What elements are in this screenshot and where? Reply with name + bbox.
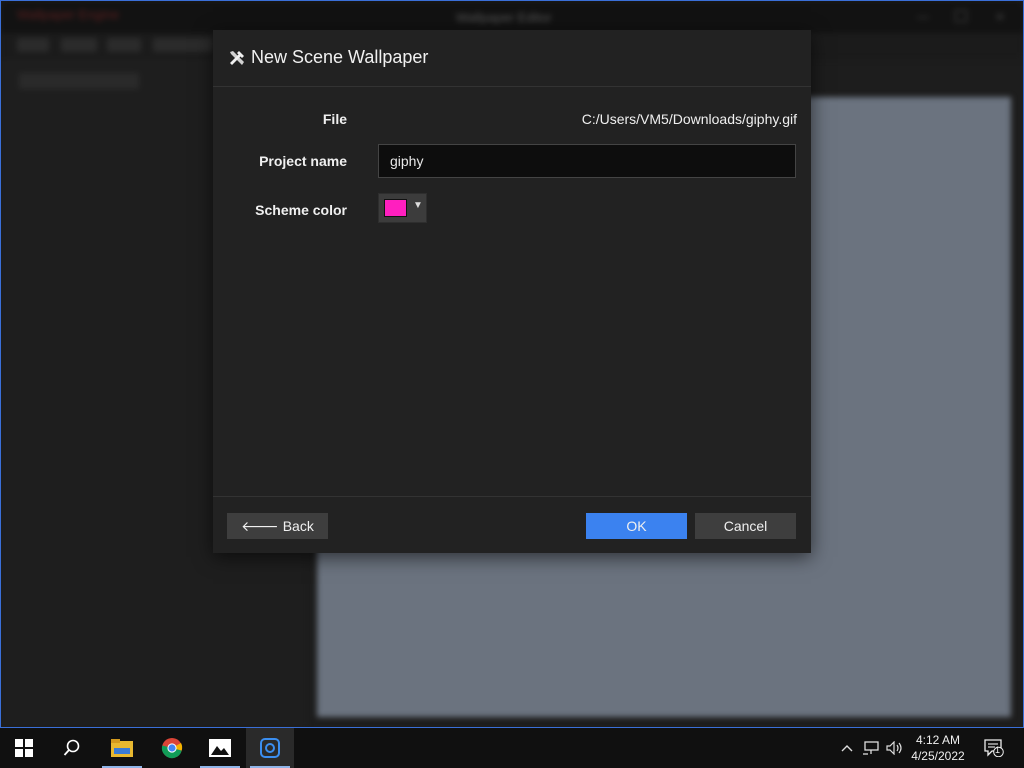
taskbar-chrome[interactable] [148, 728, 196, 768]
clock-time: 4:12 AM [915, 733, 961, 747]
back-button-label: Back [282, 518, 314, 534]
taskbar-file-explorer[interactable] [98, 728, 146, 768]
network-icon[interactable] [860, 728, 882, 768]
notification-count: 1 [995, 745, 1001, 755]
background-menu-item [61, 38, 97, 52]
taskbar-clock[interactable]: 4:12 AM 4/25/2022 [903, 732, 973, 764]
wallpaper-engine-icon [260, 738, 280, 758]
show-hidden-icons-chevron-icon[interactable] [838, 728, 856, 768]
search-button[interactable] [48, 728, 96, 768]
chrome-icon [161, 738, 183, 759]
back-button[interactable]: 🡐 Back [227, 513, 328, 539]
ok-button-label: OK [626, 518, 647, 534]
ok-button[interactable]: OK [586, 513, 687, 539]
action-center-button[interactable]: 1 [980, 728, 1008, 768]
photos-icon [209, 739, 231, 757]
color-swatch [384, 199, 407, 217]
project-name-input[interactable] [378, 144, 796, 178]
cancel-button-label: Cancel [723, 518, 768, 534]
background-sidebar-item [19, 73, 139, 89]
arrow-left-icon: 🡐 [241, 517, 279, 534]
project-name-label: Project name [259, 153, 347, 169]
tools-icon [230, 51, 244, 65]
dialog-title: New Scene Wallpaper [251, 47, 429, 67]
dropdown-arrow-icon: ▼ [413, 200, 423, 211]
background-titlebar: Wallpaper Engine Wallpaper Editor ✕ [1, 1, 1023, 33]
dialog-footer: 🡐 Back OK Cancel [213, 496, 811, 553]
background-menu-item [107, 38, 141, 52]
scheme-color-picker[interactable]: ▼ [378, 193, 427, 223]
taskbar-photos[interactable] [196, 728, 244, 768]
new-scene-wallpaper-dialog: New Scene Wallpaper File C:/Users/VM5/Do… [213, 30, 811, 553]
search-icon [63, 739, 80, 756]
background-window-title: Wallpaper Editor [456, 10, 552, 25]
clock-date: 4/25/2022 [911, 749, 965, 763]
minimize-icon [917, 17, 929, 29]
windows-logo-icon [15, 739, 33, 757]
dialog-header: New Scene Wallpaper [213, 30, 811, 87]
folder-icon [111, 739, 133, 757]
background-app-name: Wallpaper Engine [17, 7, 120, 22]
scheme-color-label: Scheme color [255, 202, 347, 218]
notification-icon [984, 739, 1004, 757]
taskbar-wallpaper-engine[interactable] [246, 728, 294, 768]
maximize-icon [955, 10, 967, 22]
cancel-button[interactable]: Cancel [695, 513, 796, 539]
file-path: C:/Users/VM5/Downloads/giphy.gif [581, 111, 797, 127]
close-icon: ✕ [995, 10, 1006, 24]
background-menu-item [17, 38, 49, 52]
file-label: File [322, 111, 347, 127]
start-button[interactable] [0, 728, 48, 768]
taskbar: 4:12 AM 4/25/2022 1 [0, 728, 1024, 768]
background-menu-item [153, 38, 213, 52]
